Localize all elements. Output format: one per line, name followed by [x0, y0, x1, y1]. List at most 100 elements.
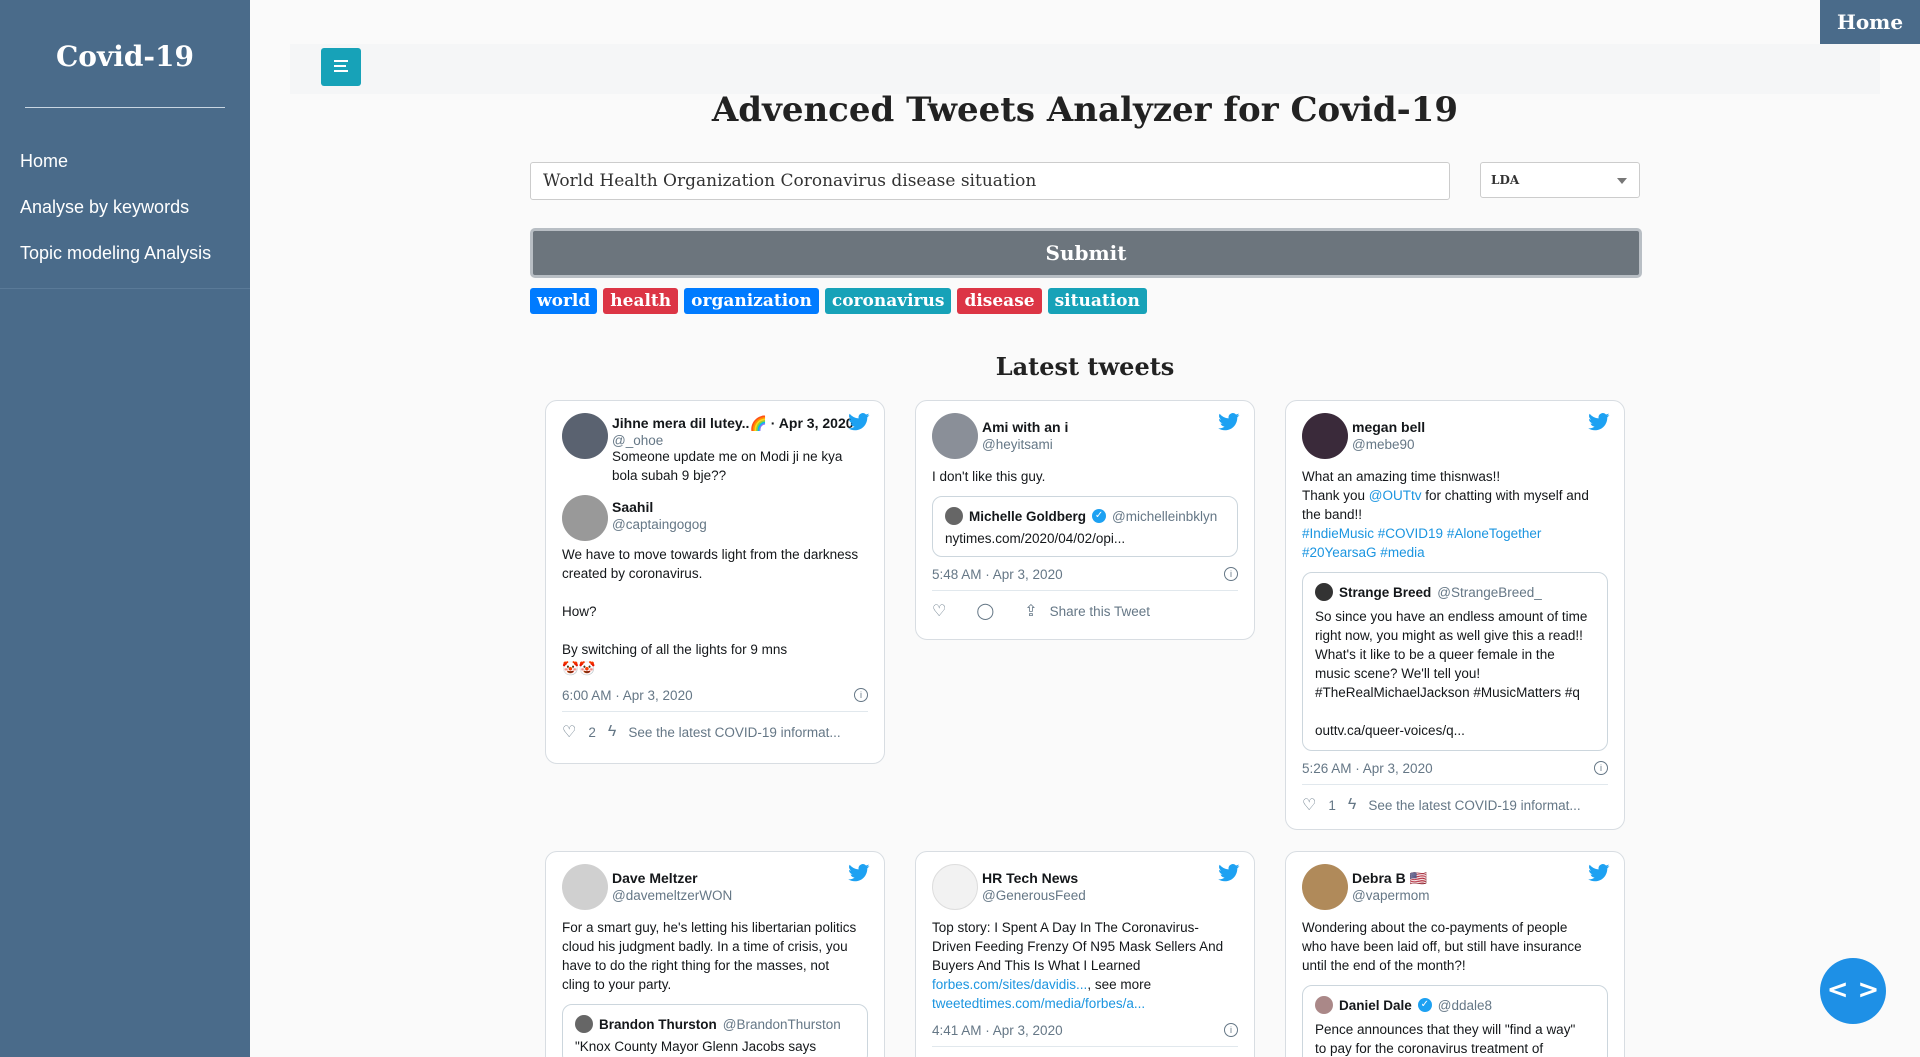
verified-icon: ✓	[1417, 998, 1432, 1012]
covid-info-link[interactable]: See the latest COVID-19 informat...	[628, 725, 840, 740]
heart-icon[interactable]: ♡	[932, 601, 946, 621]
info-icon[interactable]: i	[1224, 1023, 1238, 1037]
heart-icon[interactable]: ♡	[1302, 795, 1316, 815]
tweet-card[interactable]: Dave Meltzer @davemeltzerWON For a smart…	[545, 851, 885, 1057]
reply-icon[interactable]: ◯	[976, 601, 994, 621]
tweet-timestamp[interactable]: 5:48 AM · Apr 3, 2020	[932, 567, 1063, 582]
tweet-card[interactable]: Ami with an i @heyitsami I don't like th…	[915, 400, 1255, 640]
quoted-tweet[interactable]: Brandon Thurston @BrandonThurston "Knox …	[562, 1004, 868, 1057]
page-title: Advenced Tweets Analyzer for Covid-19	[711, 90, 1459, 130]
sidebar-divider	[25, 107, 225, 108]
quote-author: Brandon Thurston	[599, 1016, 717, 1032]
submit-button[interactable]: Submit	[530, 228, 1642, 278]
covid-info-link[interactable]: See the latest COVID-19 informat...	[1368, 798, 1580, 813]
sidebar-separator	[0, 288, 250, 289]
quote-author: Daniel Dale	[1339, 997, 1412, 1013]
tag-badge: organization	[684, 288, 819, 314]
twitter-icon[interactable]	[1218, 864, 1240, 882]
tweet-card[interactable]: Debra B 🇺🇸 @vapermom Wondering about the…	[1285, 851, 1625, 1057]
tweet-card[interactable]: megan bell @mebe90 What an amazing time …	[1285, 400, 1625, 830]
code-toggle-button[interactable]: < >	[1820, 958, 1886, 1024]
tweet-timestamp-row: 5:48 AM · Apr 3, 2020 i	[932, 557, 1238, 591]
tweet-timestamp[interactable]: 5:26 AM · Apr 3, 2020	[1302, 761, 1433, 776]
sidebar: Covid-19 Home Analyse by keywords Topic …	[0, 0, 250, 1057]
like-count: 1	[1328, 797, 1336, 813]
sidebar-item-analyse-keywords[interactable]: Analyse by keywords	[0, 184, 250, 230]
tweet-handle[interactable]: @_ohoe	[612, 433, 663, 448]
tweet-actions: ♡ 1 ϟ See the latest COVID-19 informat..…	[1286, 785, 1624, 825]
quote-handle: @StrangeBreed_	[1437, 584, 1542, 600]
tweet-author[interactable]: Ami with an i	[982, 419, 1068, 435]
tweet-card[interactable]: HR Tech News @GenerousFeed Top story: I …	[915, 851, 1255, 1057]
heart-icon[interactable]: ♡	[562, 722, 576, 742]
keyword-tags: world health organization coronavirus di…	[530, 288, 1147, 314]
method-select-value: LDA	[1491, 173, 1520, 187]
tweet-text: We have to move towards light from the d…	[562, 547, 859, 676]
info-icon[interactable]: i	[854, 688, 868, 702]
tweet-handle[interactable]: @mebe90	[1352, 437, 1415, 452]
twitter-icon[interactable]	[1218, 413, 1240, 431]
tweet-handle[interactable]: @vapermom	[1352, 888, 1429, 903]
tag-badge: situation	[1047, 288, 1147, 314]
latest-tweets-heading: Latest tweets	[995, 352, 1175, 381]
tweet-handle[interactable]: @davemeltzerWON	[612, 888, 732, 903]
tweet-actions: ♡ 2 ϟ See the latest COVID-19 informat..…	[546, 712, 884, 752]
tweet-author[interactable]: HR Tech News	[982, 870, 1078, 886]
avatar	[932, 413, 978, 459]
avatar	[562, 864, 608, 910]
tweet-timestamp-row: 5:26 AM · Apr 3, 2020 i	[1302, 751, 1608, 785]
article-link[interactable]: tweetedtimes.com/media/forbes/a...	[916, 994, 1254, 1013]
quote-text: "Knox County Mayor Glenn Jacobs says	[575, 1039, 817, 1054]
tweet-author[interactable]: Jihne mera dil lutey..🌈 · Apr 3, 2020	[612, 415, 854, 432]
tweet-handle[interactable]: @captaingogog	[612, 517, 707, 532]
info-icon[interactable]: i	[1224, 567, 1238, 581]
tweet-timestamp[interactable]: 4:41 AM · Apr 3, 2020	[932, 1023, 1063, 1038]
tweet-handle[interactable]: @GenerousFeed	[982, 888, 1086, 903]
quote-text: Pence announces that they will "find a w…	[1315, 1022, 1576, 1056]
article-link[interactable]: forbes.com/sites/davidis...	[932, 977, 1087, 992]
sidebar-item-topic-modeling[interactable]: Topic modeling Analysis	[0, 230, 250, 276]
top-bar	[290, 44, 1880, 94]
mention-link[interactable]: @OUTtv	[1369, 488, 1422, 503]
tweet-author[interactable]: Saahil	[612, 499, 653, 515]
quoted-tweet[interactable]: Daniel Dale ✓ @ddale8 Pence announces th…	[1302, 985, 1608, 1057]
like-count: 2	[588, 724, 596, 740]
method-select[interactable]: LDA	[1480, 162, 1640, 198]
tweet-card[interactable]: Jihne mera dil lutey..🌈 · Apr 3, 2020 @_…	[545, 400, 885, 764]
twitter-icon[interactable]	[1588, 864, 1610, 882]
tweet-text: Wondering about the co-payments of peopl…	[1302, 920, 1582, 973]
avatar	[1315, 583, 1333, 601]
avatar	[1315, 996, 1333, 1014]
hashtag-links[interactable]: #IndieMusic #COVID19 #AloneTogether #20Y…	[1286, 524, 1624, 562]
quoted-tweet[interactable]: Strange Breed @StrangeBreed_ So since yo…	[1302, 572, 1608, 751]
sidebar-item-home[interactable]: Home	[0, 138, 250, 184]
verified-icon: ✓	[1092, 509, 1107, 523]
tag-badge: world	[530, 288, 598, 314]
twitter-icon[interactable]	[848, 413, 870, 431]
brand-title: Covid-19	[55, 40, 195, 73]
tag-badge: health	[603, 288, 679, 314]
search-input[interactable]: World Health Organization Coronavirus di…	[530, 162, 1450, 200]
tweet-timestamp[interactable]: 6:00 AM · Apr 3, 2020	[562, 688, 693, 703]
sidebar-toggle-button[interactable]	[321, 48, 361, 86]
code-icon: < >	[1826, 975, 1880, 1005]
quoted-tweet[interactable]: Michelle Goldberg ✓ @michelleinbklyn nyt…	[932, 496, 1238, 557]
share-icon[interactable]: ⇪	[1024, 601, 1037, 621]
quote-handle: @ddale8	[1437, 997, 1493, 1013]
tweet-handle[interactable]: @heyitsami	[982, 437, 1053, 452]
quote-handle: @BrandonThurston	[722, 1016, 841, 1032]
tweet-text: Top story: I Spent A Day In The Coronavi…	[932, 920, 1224, 973]
tweet-actions: ♡ ◯ ⇪ Share this Tweet	[916, 591, 1254, 631]
tweet-text: What an amazing time thisnwas!! Thank yo…	[1286, 467, 1624, 524]
twitter-icon[interactable]	[848, 864, 870, 882]
tweet-author[interactable]: Dave Meltzer	[612, 870, 698, 886]
share-tweet-link[interactable]: Share this Tweet	[1050, 604, 1150, 619]
tweet-author[interactable]: megan bell	[1352, 419, 1425, 435]
info-icon[interactable]: i	[1594, 761, 1608, 775]
see-more-text: , see more	[1087, 977, 1152, 992]
tweet-author[interactable]: Debra B 🇺🇸	[1352, 870, 1427, 887]
tweet-text: I don't like this guy.	[932, 469, 1046, 484]
home-button[interactable]: Home	[1820, 0, 1920, 44]
twitter-icon[interactable]	[1588, 413, 1610, 431]
quote-author: Michelle Goldberg	[969, 508, 1087, 524]
